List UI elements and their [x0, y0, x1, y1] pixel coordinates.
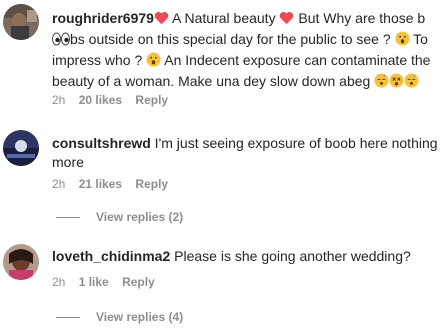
timestamp: 2h — [52, 177, 66, 191]
timestamp: 2h — [52, 275, 66, 289]
red-heart-icon — [279, 11, 294, 30]
svg-text:z: z — [384, 74, 386, 78]
username[interactable]: loveth_chidinma2 — [52, 248, 170, 264]
comment-text-segment: I'm just seeing exposure of boob here no… — [150, 135, 438, 151]
comment-text: loveth_chidinma2 Please is she going ano… — [52, 247, 442, 266]
comment-text-segment: Please is she going another wedding? — [170, 248, 411, 264]
svg-text:z: z — [414, 74, 416, 78]
red-heart-icon — [154, 11, 169, 30]
comment-text-segment: An Indecent exposure can contaminate the — [161, 52, 431, 68]
view-replies-button[interactable]: View replies (4) — [56, 310, 183, 324]
view-replies-button[interactable]: View replies (2) — [56, 210, 183, 224]
likes-count[interactable]: 1 like — [79, 275, 109, 289]
comment-text-segment: bs outside on this special day for the p… — [70, 31, 395, 47]
sleeping-face-icon: z — [404, 73, 419, 93]
comment-text-segment: A Natural beauty — [168, 10, 280, 26]
comment-text-segment: But Why are those b — [294, 10, 426, 26]
username[interactable]: roughrider6979 — [52, 10, 154, 26]
comment-text-segment: beauty of a woman. Make una dey slow dow… — [52, 73, 375, 89]
dizzy-face-icon — [389, 73, 404, 93]
surprised-face-icon — [146, 52, 161, 72]
username[interactable]: consultshrewd — [52, 135, 151, 151]
reply-button[interactable]: Reply — [122, 275, 155, 289]
timestamp: 2h — [52, 93, 66, 107]
comment-meta: 2h 21 likes Reply — [52, 177, 178, 191]
reply-button[interactable]: Reply — [135, 177, 168, 191]
avatar[interactable] — [3, 130, 39, 166]
divider-line — [56, 317, 80, 319]
likes-count[interactable]: 21 likes — [79, 177, 122, 191]
sleeping-face-icon: z — [374, 73, 389, 93]
avatar[interactable] — [3, 244, 39, 280]
divider-line — [56, 217, 80, 219]
comment-text-segment: impress who ? — [52, 52, 147, 68]
surprised-face-icon — [395, 31, 410, 51]
comment-text: roughrider6979 A Natural beauty But Why … — [52, 9, 442, 93]
comment-text-segment: To — [409, 31, 428, 47]
avatar[interactable] — [3, 4, 39, 40]
comment-text: consultshrewd I'm just seeing exposure o… — [52, 134, 442, 172]
comment-meta: 2h 20 likes Reply — [52, 93, 178, 107]
reply-button[interactable]: Reply — [135, 93, 168, 107]
eyes-icon — [52, 32, 70, 51]
comment-text-segment: more — [52, 154, 84, 170]
comment-meta: 2h 1 like Reply — [52, 275, 165, 289]
likes-count[interactable]: 20 likes — [79, 93, 122, 107]
